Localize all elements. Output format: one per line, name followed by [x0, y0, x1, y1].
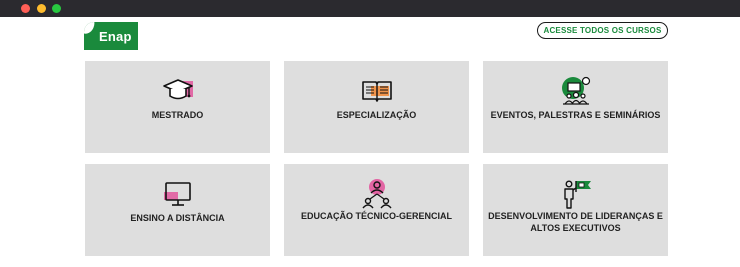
enap-logo[interactable]: Enap — [84, 22, 138, 50]
course-card-eventos[interactable]: EVENTOS, PALESTRAS E SEMINÁRIOS — [483, 61, 668, 153]
team-network-icon — [361, 179, 392, 209]
computer-monitor-icon — [163, 182, 191, 206]
open-book-icon — [361, 81, 392, 102]
graduation-cap-icon — [162, 79, 193, 100]
close-window-button[interactable] — [21, 4, 30, 13]
logo-swoosh-icon — [84, 22, 98, 37]
course-card-educacao-tecnico-gerencial[interactable]: EDUCAÇÃO TÉCNICO-GERENCIAL — [284, 164, 469, 256]
audience-presentation-icon — [561, 76, 590, 105]
logo-text: Enap — [99, 29, 132, 44]
leader-flag-icon — [563, 180, 591, 209]
course-card-desenvolvimento-liderancas[interactable]: DESENVOLVIMENTO DE LIDERANÇAS E ALTOS EX… — [483, 164, 668, 256]
maximize-window-button[interactable] — [52, 4, 61, 13]
course-card-label: ENSINO A DISTÂNCIA — [130, 213, 225, 223]
course-card-label: EVENTOS, PALESTRAS E SEMINÁRIOS — [490, 110, 661, 120]
course-card-especializacao[interactable]: ESPECIALIZAÇÃO — [284, 61, 469, 153]
course-card-mestrado[interactable]: MESTRADO — [85, 61, 270, 153]
course-card-ensino-distancia[interactable]: ENSINO A DISTÂNCIA — [85, 164, 270, 256]
minimize-window-button[interactable] — [37, 4, 46, 13]
course-card-label: DESENVOLVIMENTO DE LIDERANÇAS E ALTOS EX… — [488, 211, 663, 233]
course-card-label: ESPECIALIZAÇÃO — [336, 110, 417, 120]
course-card-label: MESTRADO — [151, 110, 204, 120]
all-courses-button[interactable]: ACESSE TODOS OS CURSOS — [537, 22, 668, 39]
course-card-label: EDUCAÇÃO TÉCNICO-GERENCIAL — [300, 211, 452, 221]
window-titlebar — [0, 0, 740, 17]
